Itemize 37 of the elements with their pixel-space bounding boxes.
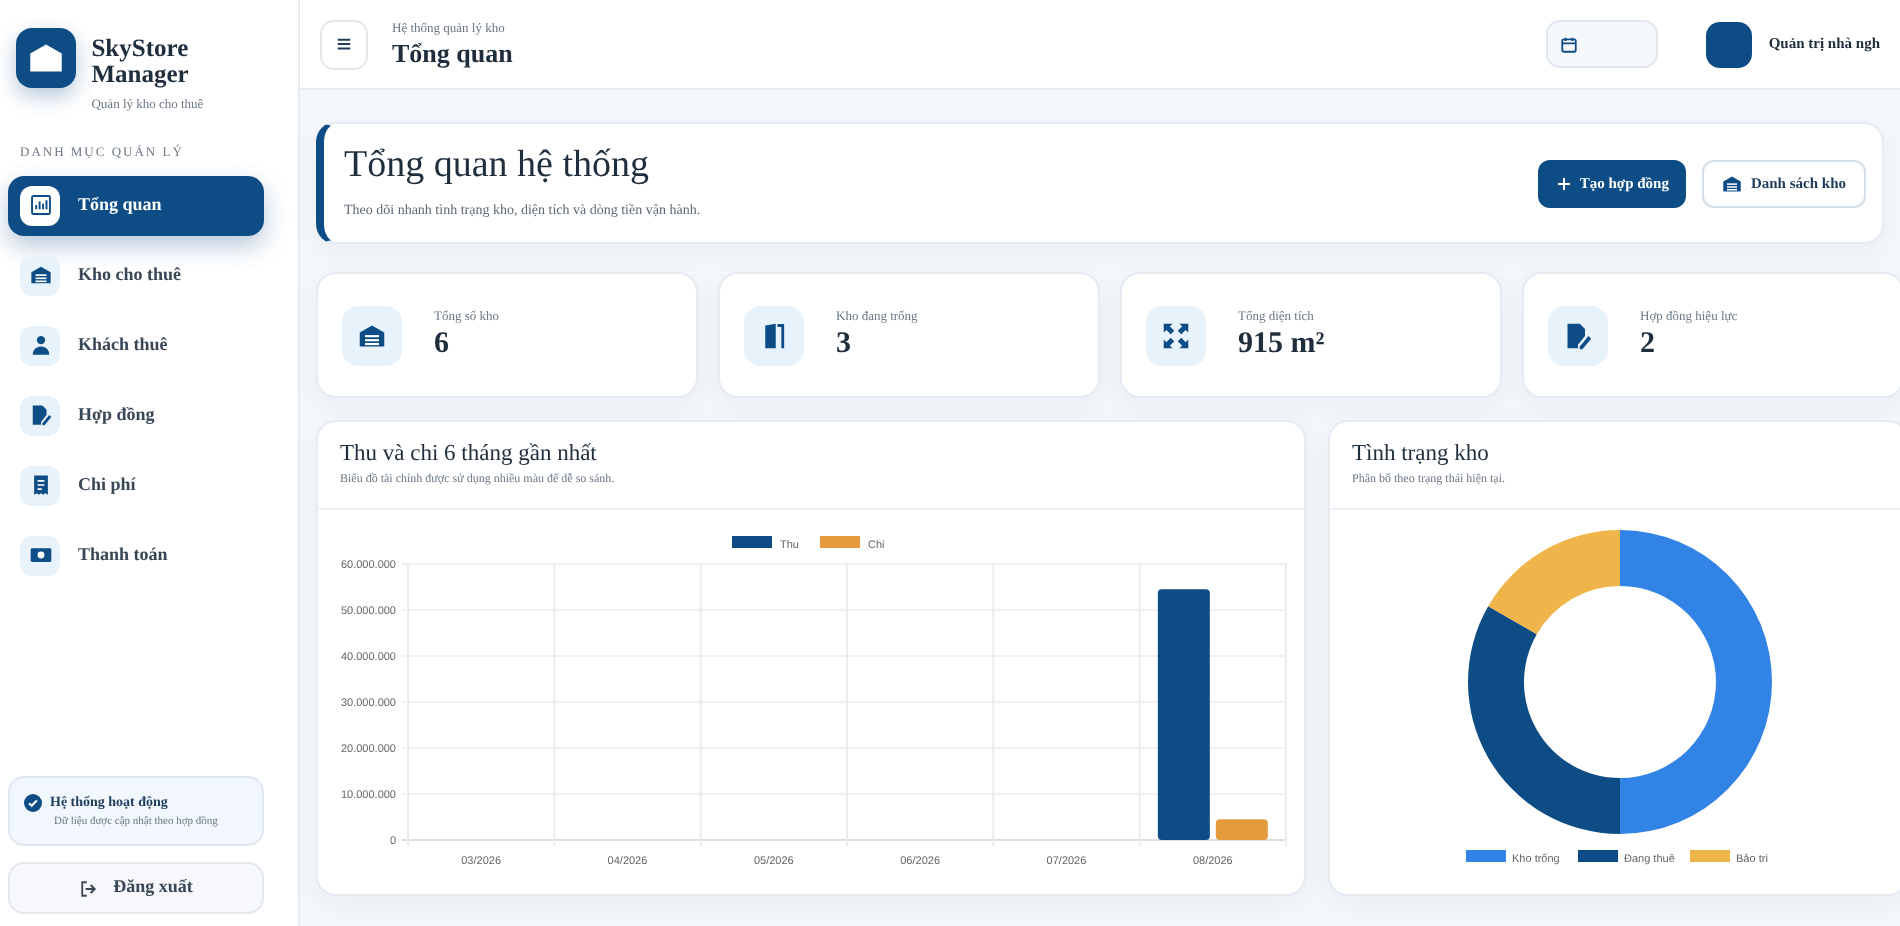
avatar[interactable] [1706,21,1753,67]
card-title: Tình trạng kho [1352,440,1491,470]
logout-icon [79,879,98,897]
sidebar-item[interactable]: Chi phí [8,455,264,516]
plus-icon [1555,175,1572,191]
page-title: Tổng quan [392,39,513,69]
warehouse-icon [29,264,51,287]
menu-icon [334,34,354,54]
stat-value: 915 m² [1238,328,1325,362]
card-title: Thu và chi 6 tháng gần nhất [340,440,599,470]
stat-value: 6 [434,328,451,362]
warehouse-icon [1722,173,1743,193]
menu-button[interactable] [320,19,368,69]
expand-arrows-icon [1162,321,1190,349]
bar [1215,819,1268,841]
stat-value: 3 [836,328,853,362]
sidebar-item[interactable]: Khách thuê [8,315,264,376]
document-pen-icon [1564,321,1592,349]
stat-value: 2 [1640,328,1657,362]
warehouse-icon [27,40,64,76]
hero-title: Tổng quan hệ thống [344,145,652,188]
person-icon [29,334,51,357]
sidebar-item[interactable]: Thanh toán [8,525,264,586]
chart-icon [29,194,51,217]
check-circle-icon [24,794,42,812]
sidebar-item[interactable]: Tổng quan [8,175,264,236]
door-icon [760,321,788,349]
logout-button[interactable]: Đăng xuất [8,862,264,914]
document-pen-icon [29,404,51,427]
sidebar-item[interactable]: Hợp đồng [8,385,264,446]
receipt-icon [29,474,51,497]
warehouse-icon [358,321,386,349]
brand-name: SkyStore Manager [91,36,191,89]
money-icon [29,544,51,567]
calendar-icon [1560,35,1579,53]
sidebar-item[interactable]: Kho cho thuê [8,245,264,306]
date-button[interactable] [1546,20,1659,68]
